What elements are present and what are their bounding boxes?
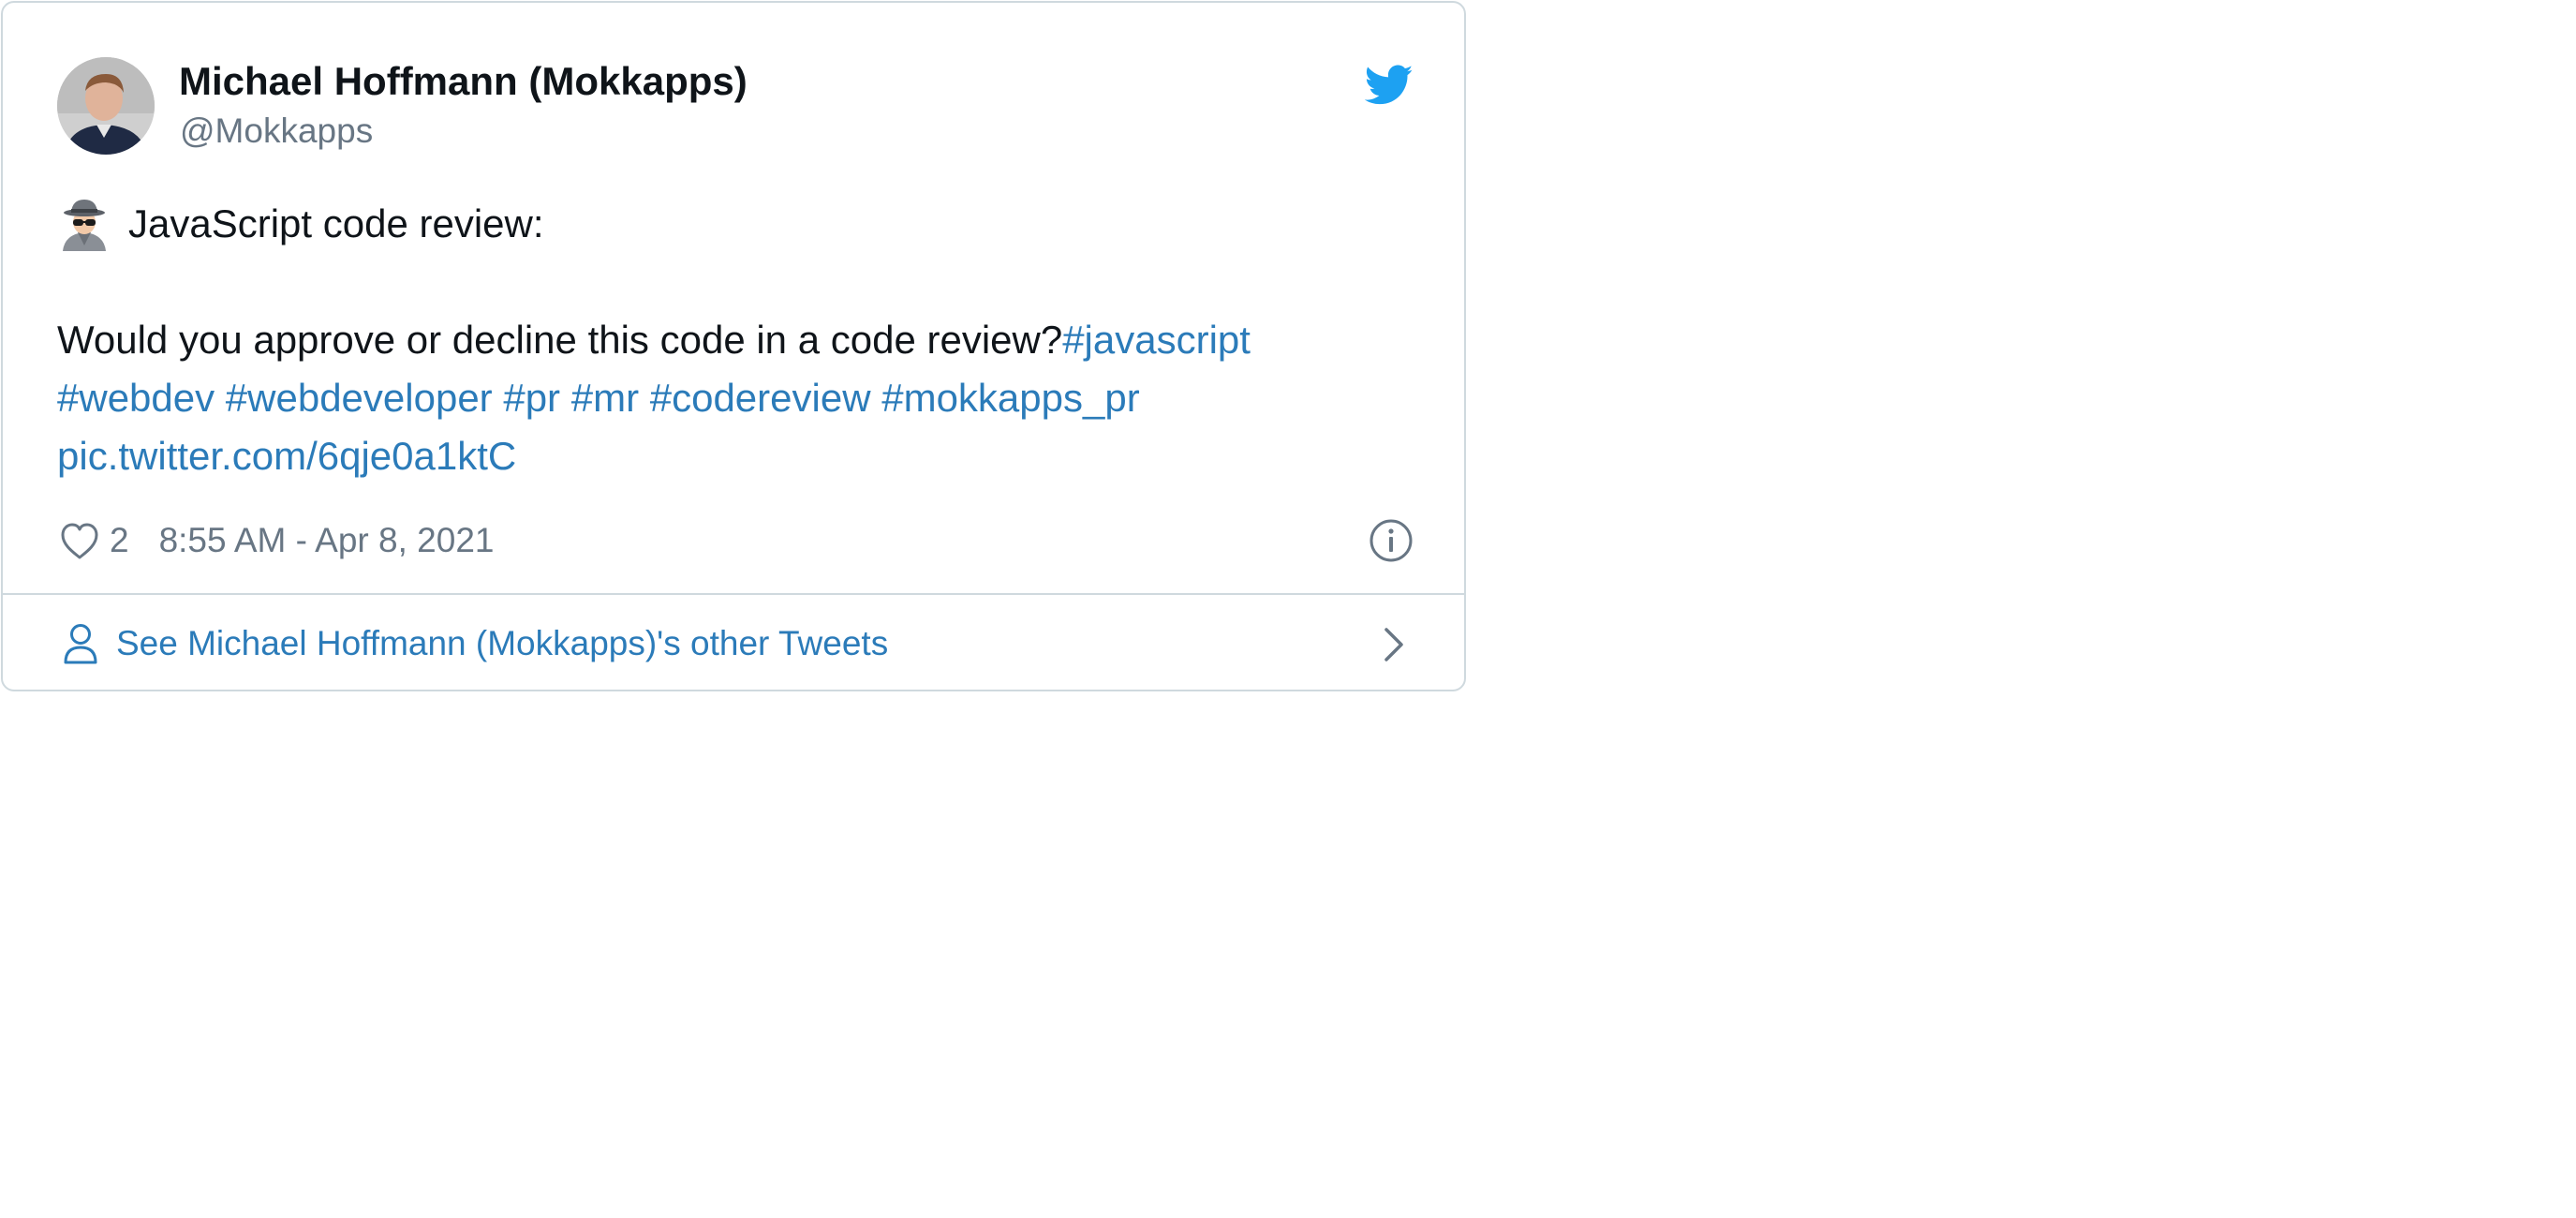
hashtag-link[interactable]: #mr <box>571 376 639 420</box>
hashtag-link[interactable]: #javascript <box>1062 318 1251 362</box>
tweet-card: Michael Hoffmann (Mokkapps) @Mokkapps Ja… <box>1 1 1466 691</box>
see-other-tweets-link[interactable]: See Michael Hoffmann (Mokkapps)'s other … <box>3 595 1464 690</box>
hashtag-link[interactable]: #codereview <box>650 376 871 420</box>
tweet-timestamp[interactable]: 8:55 AM - Apr 8, 2021 <box>159 521 495 560</box>
hashtag-row: #webdev #webdeveloper #pr #mr #coderevie… <box>57 369 1406 427</box>
see-other-tweets-label[interactable]: See Michael Hoffmann (Mokkapps)'s other … <box>116 624 888 663</box>
spy-emoji-icon <box>57 197 111 251</box>
author-handle[interactable]: @Mokkapps <box>180 111 373 152</box>
tweet-paragraph: Would you approve or decline this code i… <box>57 311 1406 485</box>
tweet-paragraph-text: Would you approve or decline this code i… <box>57 318 1063 362</box>
tweet-intro-line: JavaScript code review: <box>57 195 1406 253</box>
pic-link-row: pic.twitter.com/6qje0a1ktC <box>57 427 1406 485</box>
hashtag-link[interactable]: #pr <box>503 376 560 420</box>
avatar[interactable] <box>57 57 155 155</box>
tweet-text: JavaScript code review: Would you approv… <box>57 195 1406 485</box>
like-count[interactable]: 2 <box>110 521 129 560</box>
pic-link[interactable]: pic.twitter.com/6qje0a1ktC <box>57 434 516 478</box>
avatar-image <box>57 57 155 155</box>
author-display-name[interactable]: Michael Hoffmann (Mokkapps) <box>179 58 748 105</box>
twitter-bird-icon[interactable] <box>1365 65 1414 106</box>
heart-icon[interactable] <box>57 518 102 563</box>
info-icon[interactable] <box>1369 518 1414 563</box>
person-icon <box>62 622 99 665</box>
chevron-right-icon <box>1382 626 1406 663</box>
tweet-meta-row: 2 8:55 AM - Apr 8, 2021 <box>57 513 494 568</box>
hashtag-link[interactable]: #webdev <box>57 376 215 420</box>
hashtag-link[interactable]: #mokkapps_pr <box>881 376 1139 420</box>
hashtag-link[interactable]: #webdeveloper <box>226 376 493 420</box>
tweet-intro-text: JavaScript code review: <box>128 201 544 245</box>
